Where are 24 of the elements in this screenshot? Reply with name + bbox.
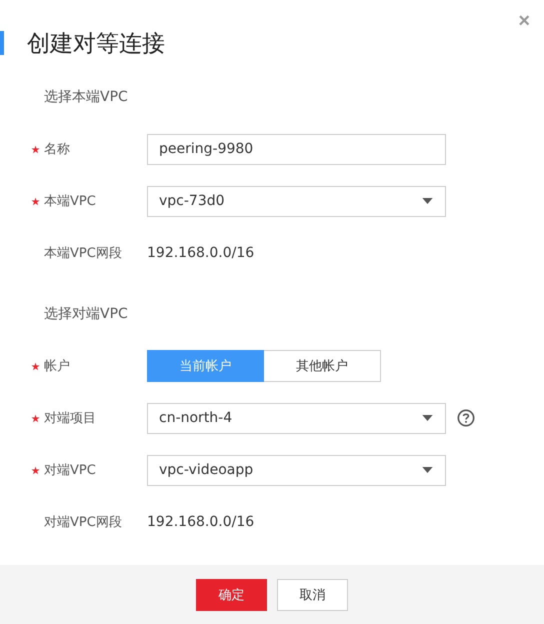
field-label: 本端VPC	[44, 193, 96, 210]
section-heading: 选择本端VPC	[44, 88, 128, 106]
cidr-value: 192.168.0.0/16	[147, 245, 254, 261]
field-label: 对端VPC	[44, 462, 96, 479]
field-label: 名称	[44, 141, 70, 158]
title-accent-bar	[0, 31, 4, 55]
select-dropdown[interactable]: cn-north-4	[147, 402, 446, 434]
caret-icon	[422, 198, 433, 204]
cancel-button[interactable]: 取消	[277, 578, 348, 610]
help-icon[interactable]	[457, 409, 475, 427]
field-label: 本端VPC网段	[44, 245, 122, 262]
section-heading: 选择对端VPC	[44, 305, 128, 323]
account-option[interactable]: 其他帐户	[264, 350, 381, 382]
field-label: 帐户	[44, 358, 70, 375]
confirm-button[interactable]: 确定	[196, 578, 267, 610]
select-dropdown[interactable]: vpc-videoapp	[147, 454, 446, 486]
cidr-value: 192.168.0.0/16	[147, 514, 254, 530]
select-dropdown[interactable]: vpc-73d0	[147, 186, 446, 216]
field-label: 对端项目	[44, 410, 96, 427]
field-label: 对端VPC网段	[44, 514, 122, 531]
name-input[interactable]: peering-9980	[147, 134, 446, 164]
dialog-title: 创建对等连接	[27, 30, 165, 58]
caret-icon	[422, 415, 433, 421]
caret-icon	[422, 467, 433, 473]
